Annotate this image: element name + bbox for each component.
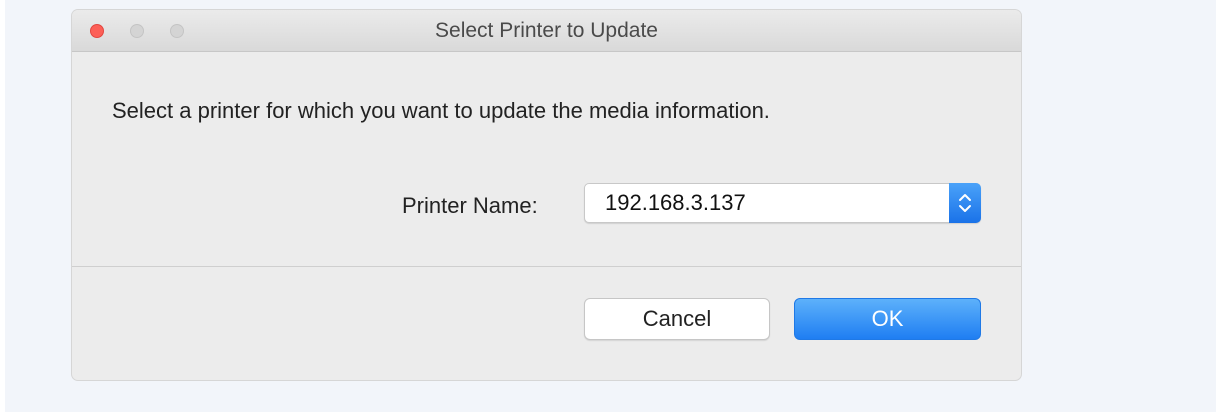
instruction-text: Select a printer for which you want to u… [112, 98, 770, 123]
select-printer-dialog: Select Printer to Update Select a printe… [72, 10, 1021, 380]
left-edge-strip [0, 0, 5, 412]
window-title: Select Printer to Update [435, 19, 658, 42]
printer-name-select[interactable]: 192.168.3.137 [584, 183, 981, 223]
divider [72, 266, 1021, 267]
printer-name-value: 192.168.3.137 [605, 190, 746, 215]
title-bar: Select Printer to Update [72, 10, 1021, 52]
printer-name-label: Printer Name: [402, 193, 538, 218]
ok-button[interactable]: OK [794, 298, 981, 340]
cancel-button[interactable]: Cancel [584, 298, 770, 340]
chevron-up-down-icon[interactable] [949, 183, 981, 223]
